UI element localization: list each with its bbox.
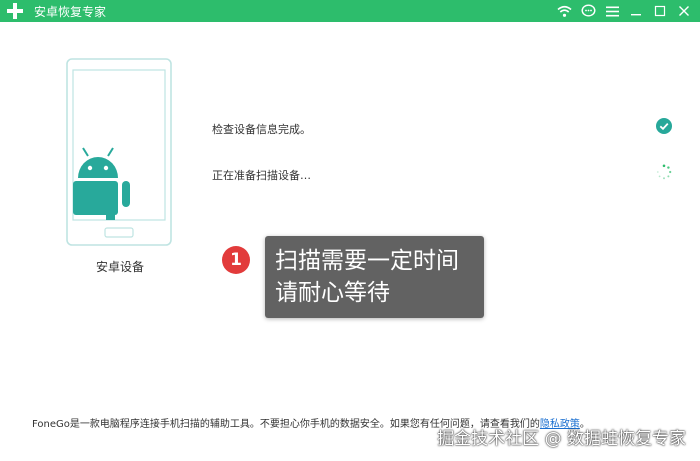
status-check-device: 检查设备信息完成。 xyxy=(212,123,311,136)
check-circle-icon xyxy=(656,118,672,138)
minimize-icon[interactable] xyxy=(628,3,644,19)
close-icon[interactable] xyxy=(676,3,692,19)
hamburger-menu-icon[interactable] xyxy=(604,3,620,19)
watermark: 掘金技术社区 @ 数据蛙恢复专家 xyxy=(437,429,686,449)
step-number-badge: 1 xyxy=(222,246,250,274)
maximize-icon[interactable] xyxy=(652,3,668,19)
device-caption: 安卓设备 xyxy=(95,260,144,274)
window-title: 安卓恢复专家 xyxy=(34,4,107,19)
plus-logo-icon xyxy=(6,2,24,20)
chat-bubble-icon[interactable] xyxy=(580,3,596,19)
title-actions xyxy=(556,0,692,22)
title-bar: 安卓恢复专家 xyxy=(0,0,700,22)
loading-spinner-icon xyxy=(656,164,672,184)
annotation-tooltip: 扫描需要一定时间请耐心等待 xyxy=(265,236,484,318)
wifi-icon[interactable] xyxy=(556,3,572,19)
status-prepare-scan: 正在准备扫描设备… xyxy=(212,169,311,182)
android-device-illustration xyxy=(66,58,172,250)
annotation-text: 扫描需要一定时间请耐心等待 xyxy=(275,248,459,306)
